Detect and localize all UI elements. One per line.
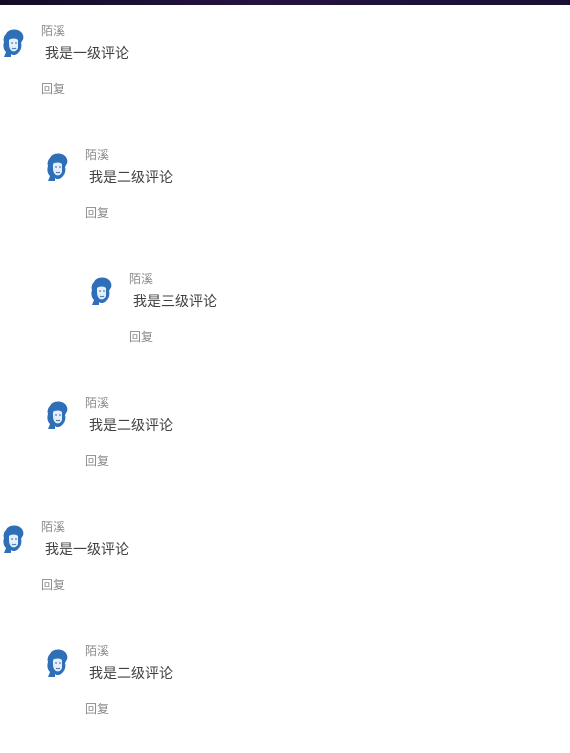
comment-author: 陌溪 bbox=[129, 272, 154, 286]
comment-content: 我是二级评论 bbox=[89, 418, 173, 434]
comment-author: 陌溪 bbox=[41, 520, 66, 534]
user-avatar-icon bbox=[3, 29, 24, 57]
comment-content: 我是一级评论 bbox=[45, 542, 129, 558]
user-avatar-icon bbox=[47, 401, 68, 429]
comment-content: 我是二级评论 bbox=[89, 666, 173, 682]
user-avatar-icon bbox=[47, 649, 68, 677]
comment-author: 陌溪 bbox=[85, 396, 110, 410]
comment-content: 我是一级评论 bbox=[45, 46, 129, 62]
reply-button[interactable]: 回复 bbox=[41, 578, 65, 592]
comment-author: 陌溪 bbox=[85, 148, 110, 162]
user-avatar-icon bbox=[3, 525, 24, 553]
user-avatar-icon bbox=[91, 277, 112, 305]
reply-button[interactable]: 回复 bbox=[85, 206, 109, 220]
user-avatar-icon bbox=[47, 153, 68, 181]
reply-button[interactable]: 回复 bbox=[41, 82, 65, 96]
comment-author: 陌溪 bbox=[41, 24, 66, 38]
reply-button[interactable]: 回复 bbox=[85, 702, 109, 716]
reply-button[interactable]: 回复 bbox=[85, 454, 109, 468]
reply-button[interactable]: 回复 bbox=[129, 330, 153, 344]
comment-content: 我是二级评论 bbox=[89, 170, 173, 186]
top-header-strip bbox=[0, 0, 570, 5]
comment-author: 陌溪 bbox=[85, 644, 110, 658]
comment-content: 我是三级评论 bbox=[133, 294, 217, 310]
